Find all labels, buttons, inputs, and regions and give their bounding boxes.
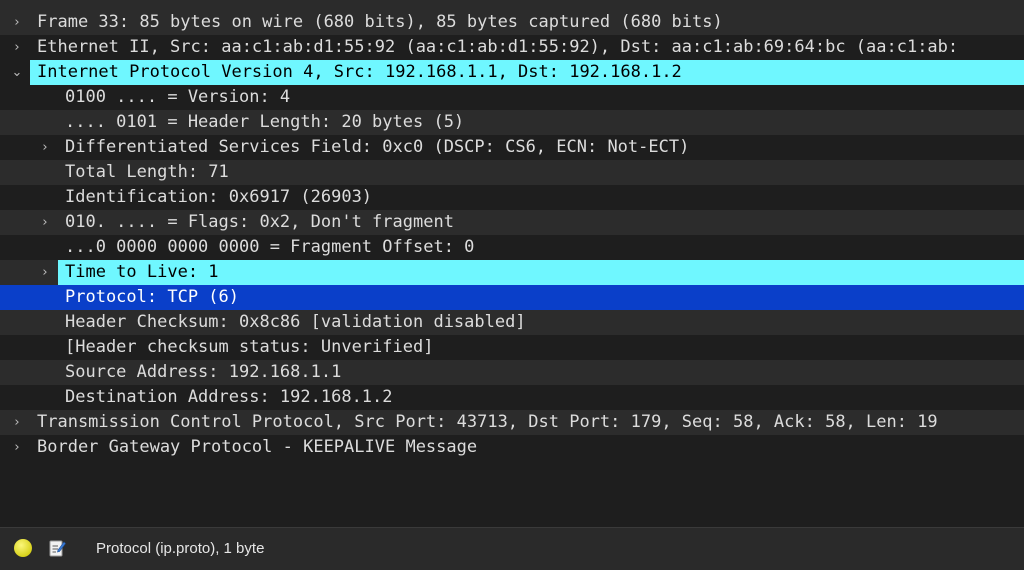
tree-row-total-length[interactable]: Total Length: 71 [0, 160, 1024, 185]
tree-row-label: Differentiated Services Field: 0xc0 (DSC… [65, 137, 690, 157]
tree-row-label: Protocol: TCP (6) [65, 287, 239, 307]
tree-row-label: Ethernet II, Src: aa:c1:ab:d1:55:92 (aa:… [37, 37, 959, 57]
expand-arrow-icon[interactable]: › [38, 135, 52, 160]
tree-row-label: Identification: 0x6917 (26903) [65, 187, 373, 207]
yellow-status-dot-icon[interactable] [14, 539, 32, 557]
tree-row-label: [Header checksum status: Unverified] [65, 337, 434, 357]
status-bar: Protocol (ip.proto), 1 byte [0, 527, 1024, 570]
expand-arrow-icon[interactable]: › [10, 410, 24, 435]
status-text: Protocol (ip.proto), 1 byte [96, 540, 265, 557]
packet-details-tree[interactable]: › Frame 33: 85 bytes on wire (680 bits),… [0, 10, 1024, 527]
tree-row-label: Transmission Control Protocol, Src Port:… [37, 412, 938, 432]
tree-row-label: ...0 0000 0000 0000 = Fragment Offset: 0 [65, 237, 475, 257]
expand-arrow-icon[interactable]: › [10, 10, 24, 35]
expand-arrow-icon[interactable]: › [38, 210, 52, 235]
tree-row-label: Frame 33: 85 bytes on wire (680 bits), 8… [37, 12, 723, 32]
tree-row-ethernet[interactable]: › Ethernet II, Src: aa:c1:ab:d1:55:92 (a… [0, 35, 1024, 60]
expand-arrow-icon[interactable]: › [10, 435, 24, 460]
tree-row-frame[interactable]: › Frame 33: 85 bytes on wire (680 bits),… [0, 10, 1024, 35]
tree-row-label: Total Length: 71 [65, 162, 229, 182]
collapse-arrow-icon[interactable]: ⌄ [10, 60, 24, 85]
tree-row-label: Time to Live: 1 [65, 262, 219, 282]
tree-row-dsfield[interactable]: › Differentiated Services Field: 0xc0 (D… [0, 135, 1024, 160]
tree-row-label: 010. .... = Flags: 0x2, Don't fragment [65, 212, 454, 232]
tree-row-label: Internet Protocol Version 4, Src: 192.16… [37, 62, 682, 82]
tree-row-label: Header Checksum: 0x8c86 [validation disa… [65, 312, 526, 332]
tree-row-ttl[interactable]: › Time to Live: 1 [0, 260, 1024, 285]
tree-row-version[interactable]: 0100 .... = Version: 4 [0, 85, 1024, 110]
tree-row-bgp[interactable]: › Border Gateway Protocol - KEEPALIVE Me… [0, 435, 1024, 460]
expand-arrow-icon[interactable]: › [10, 35, 24, 60]
tree-row-header-length[interactable]: .... 0101 = Header Length: 20 bytes (5) [0, 110, 1024, 135]
tree-row-identification[interactable]: Identification: 0x6917 (26903) [0, 185, 1024, 210]
tree-row-flags[interactable]: › 010. .... = Flags: 0x2, Don't fragment [0, 210, 1024, 235]
tree-row-fragment-offset[interactable]: ...0 0000 0000 0000 = Fragment Offset: 0 [0, 235, 1024, 260]
edit-note-icon[interactable] [48, 538, 66, 558]
tree-row-checksum[interactable]: Header Checksum: 0x8c86 [validation disa… [0, 310, 1024, 335]
tree-row-source-address[interactable]: Source Address: 192.168.1.1 [0, 360, 1024, 385]
tree-row-label: Destination Address: 192.168.1.2 [65, 387, 393, 407]
expand-arrow-icon[interactable]: › [38, 260, 52, 285]
tree-row-label: Source Address: 192.168.1.1 [65, 362, 342, 382]
tree-row-ipv4[interactable]: ⌄ Internet Protocol Version 4, Src: 192.… [0, 60, 1024, 85]
tree-row-tcp[interactable]: › Transmission Control Protocol, Src Por… [0, 410, 1024, 435]
top-edge [0, 0, 1024, 10]
tree-row-label: 0100 .... = Version: 4 [65, 87, 291, 107]
tree-row-protocol[interactable]: Protocol: TCP (6) [0, 285, 1024, 310]
tree-row-label: Border Gateway Protocol - KEEPALIVE Mess… [37, 437, 478, 457]
tree-row-destination-address[interactable]: Destination Address: 192.168.1.2 [0, 385, 1024, 410]
tree-row-label: .... 0101 = Header Length: 20 bytes (5) [65, 112, 465, 132]
tree-row-checksum-status[interactable]: [Header checksum status: Unverified] [0, 335, 1024, 360]
